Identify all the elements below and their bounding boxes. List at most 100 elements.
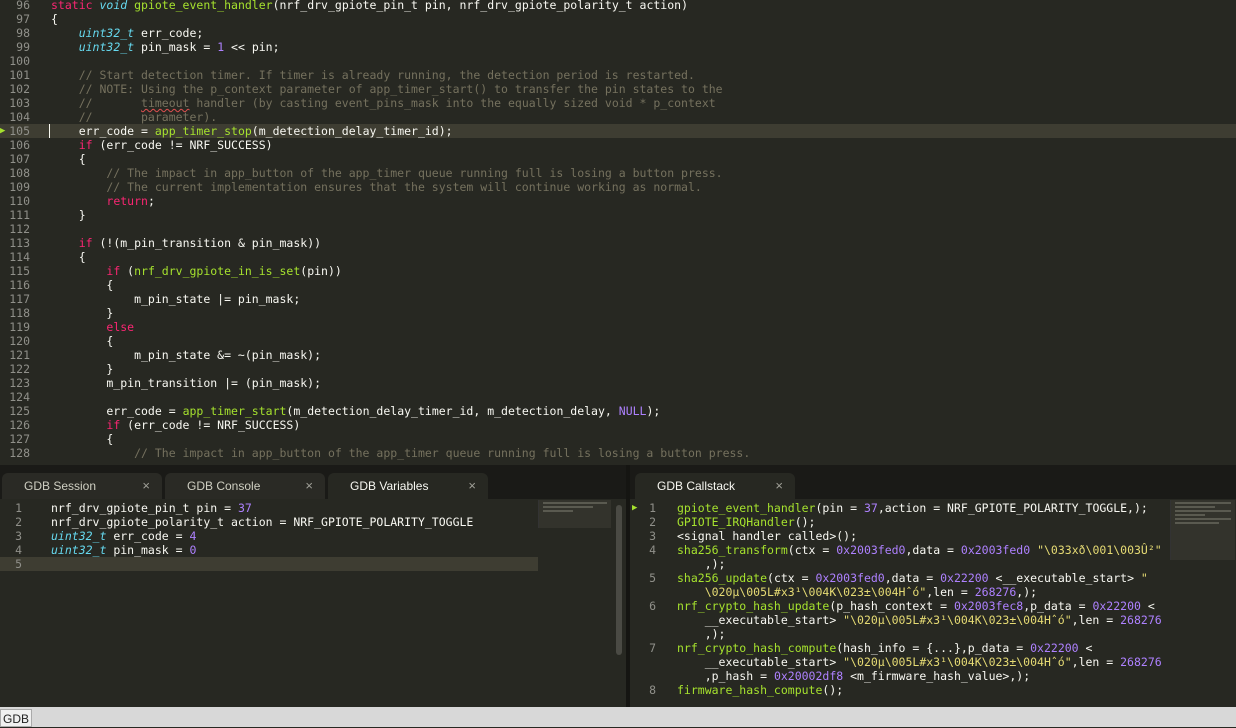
code-line[interactable]: 120 {	[0, 334, 1236, 348]
code-line[interactable]: 102 // NOTE: Using the p_context paramet…	[0, 82, 1236, 96]
code-line[interactable]: 111 }	[0, 208, 1236, 222]
callstack-minimap[interactable]	[1170, 500, 1235, 560]
tab-gdb-session[interactable]: GDB Session ×	[2, 473, 162, 499]
line-number: 122	[9, 362, 30, 376]
close-icon[interactable]: ×	[468, 473, 476, 499]
code-line[interactable]: 106 if (err_code != NRF_SUCCESS)	[0, 138, 1236, 152]
line-number: 103	[9, 96, 30, 110]
code-text: // Start detection timer. If timer is al…	[51, 68, 695, 82]
line-number: 124	[9, 390, 30, 404]
callstack-line[interactable]: 5 sha256_update(ctx = 0x2003fed0,data = 0…	[630, 571, 1170, 585]
right-tab-bar: GDB Callstack ×	[630, 465, 1236, 499]
gdb-callstack-view[interactable]: 1 gpiote_event_handler(pin = 37,action = …	[630, 499, 1236, 707]
code-line[interactable]: 103 // timeout handler (by casting event…	[0, 96, 1236, 110]
tab-gdb-variables[interactable]: GDB Variables ×	[328, 473, 488, 499]
code-text: // The current implementation ensures th…	[51, 180, 702, 194]
code-text: ,p_hash = 0x20002df8 <m_firmware_hash_va…	[677, 669, 1031, 683]
variable-line[interactable]: 1 nrf_drv_gpiote_pin_t pin = 37	[0, 501, 538, 515]
code-text: // NOTE: Using the p_context parameter o…	[51, 82, 723, 96]
line-number: 4	[649, 543, 656, 557]
line-number: 108	[9, 166, 30, 180]
code-line[interactable]: 99 uint32_t pin_mask = 1 << pin;	[0, 40, 1236, 54]
callstack-line[interactable]: 1 gpiote_event_handler(pin = 37,action = …	[630, 501, 1170, 515]
code-line[interactable]: 127 {	[0, 432, 1236, 446]
code-line[interactable]: 116 {	[0, 278, 1236, 292]
code-editor[interactable]: 96 static void gpiote_event_handler(nrf_d…	[0, 0, 1236, 465]
code-line[interactable]: 96 static void gpiote_event_handler(nrf_d…	[0, 0, 1236, 12]
variable-line[interactable]: 4 uint32_t pin_mask = 0	[0, 543, 538, 557]
tab-label: GDB Console	[187, 479, 261, 493]
callstack-line[interactable]: 7 nrf_crypto_hash_compute(hash_info = {..…	[630, 641, 1170, 655]
variables-scrollbar[interactable]	[616, 505, 622, 655]
callstack-line[interactable]: ,);	[630, 557, 1170, 571]
close-icon[interactable]: ×	[775, 473, 783, 499]
code-line[interactable]: 97 {	[0, 12, 1236, 26]
tab-gdb-callstack[interactable]: GDB Callstack ×	[635, 473, 795, 499]
code-line[interactable]: 104 // parameter).	[0, 110, 1236, 124]
code-line[interactable]: 118 }	[0, 306, 1236, 320]
tab-label: GDB Callstack	[657, 479, 736, 493]
code-text: <signal handler called>();	[677, 529, 858, 543]
line-number: 104	[9, 110, 30, 124]
callstack-line[interactable]: ,);	[630, 627, 1170, 641]
callstack-line[interactable]: 4 sha256_transform(ctx = 0x2003fed0,data …	[630, 543, 1170, 557]
code-line[interactable]: 122 }	[0, 362, 1236, 376]
left-tab-bar: GDB Session × GDB Console × GDB Variable…	[0, 465, 626, 499]
variable-line[interactable]: 3 uint32_t err_code = 4	[0, 529, 538, 543]
code-line[interactable]: 121 m_pin_state &= ~(pin_mask);	[0, 348, 1236, 362]
code-line[interactable]: 109 // The current implementation ensure…	[0, 180, 1236, 194]
code-line[interactable]: 98 uint32_t err_code;	[0, 26, 1236, 40]
gdb-variables-view[interactable]: 1 nrf_drv_gpiote_pin_t pin = 37 2 nrf_drv_g…	[0, 499, 626, 707]
code-line[interactable]: 117 m_pin_state |= pin_mask;	[0, 292, 1236, 306]
code-line[interactable]: 108 // The impact in app_button of the a…	[0, 166, 1236, 180]
callstack-line[interactable]: 6 nrf_crypto_hash_update(p_hash_context =…	[630, 599, 1170, 613]
code-line[interactable]: 126 if (err_code != NRF_SUCCESS)	[0, 418, 1236, 432]
callstack-line[interactable]: 3 <signal handler called>();	[630, 529, 1170, 543]
line-number: 127	[9, 432, 30, 446]
code-line[interactable]: 128 // The impact in app_button of the a…	[0, 446, 1236, 460]
callstack-line[interactable]: \020µ\005L#x3¹\004K\023±\004Hˆó",len = 2…	[630, 585, 1170, 599]
line-number: 1	[15, 501, 22, 515]
variable-line[interactable]: 2 nrf_drv_gpiote_polarity_t action = NRF_…	[0, 515, 538, 529]
callstack-line[interactable]: __executable_start> "\020µ\005L#x3¹\004K…	[630, 613, 1170, 627]
code-line[interactable]: 113 if (!(m_pin_transition & pin_mask))	[0, 236, 1236, 250]
code-line[interactable]: 115 if (nrf_drv_gpiote_in_is_set(pin))	[0, 264, 1236, 278]
line-number: 110	[9, 194, 30, 208]
line-number: 8	[649, 683, 656, 697]
code-line[interactable]: ▶ 105 err_code = app_timer_stop(m_detecti…	[0, 124, 1236, 138]
line-number: 115	[9, 264, 30, 278]
line-number: 101	[9, 68, 30, 82]
code-line[interactable]: 123 m_pin_transition |= (pin_mask);	[0, 376, 1236, 390]
code-line[interactable]: 107 {	[0, 152, 1236, 166]
line-number: 4	[15, 543, 22, 557]
variables-minimap[interactable]	[538, 500, 611, 528]
code-line[interactable]: 110 return;	[0, 194, 1236, 208]
code-line[interactable]: 125 err_code = app_timer_start(m_detecti…	[0, 404, 1236, 418]
code-text: }	[51, 362, 114, 376]
callstack-line[interactable]: ,p_hash = 0x20002df8 <m_firmware_hash_va…	[630, 669, 1170, 683]
tab-gdb-console[interactable]: GDB Console ×	[165, 473, 325, 499]
code-line[interactable]: 124	[0, 390, 1236, 404]
close-icon[interactable]: ×	[305, 473, 313, 499]
bottom-panels: GDB Session × GDB Console × GDB Variable…	[0, 465, 1236, 707]
code-text: nrf_drv_gpiote_polarity_t action = NRF_G…	[51, 515, 474, 529]
code-text: sha256_update(ctx = 0x2003fed0,data = 0x…	[677, 571, 1148, 585]
code-text: }	[51, 208, 86, 222]
code-line[interactable]: 114 {	[0, 250, 1236, 264]
code-line[interactable]: 119 else	[0, 320, 1236, 334]
close-icon[interactable]: ×	[142, 473, 150, 499]
code-line[interactable]: 101 // Start detection timer. If timer i…	[0, 68, 1236, 82]
callstack-line[interactable]: 8 firmware_hash_compute();	[630, 683, 1170, 697]
callstack-line[interactable]: __executable_start> "\020µ\005L#x3¹\004K…	[630, 655, 1170, 669]
line-number: 120	[9, 334, 30, 348]
code-line[interactable]: 100	[0, 54, 1236, 68]
line-number: 7	[649, 641, 656, 655]
variable-line[interactable]: 5	[0, 557, 538, 571]
tab-label: GDB Session	[24, 479, 97, 493]
code-text: {	[51, 152, 86, 166]
callstack-line[interactable]: 2 GPIOTE_IRQHandler();	[630, 515, 1170, 529]
code-line[interactable]: 112	[0, 222, 1236, 236]
code-text: {	[51, 12, 58, 26]
line-number: 107	[9, 152, 30, 166]
line-number: 123	[9, 376, 30, 390]
